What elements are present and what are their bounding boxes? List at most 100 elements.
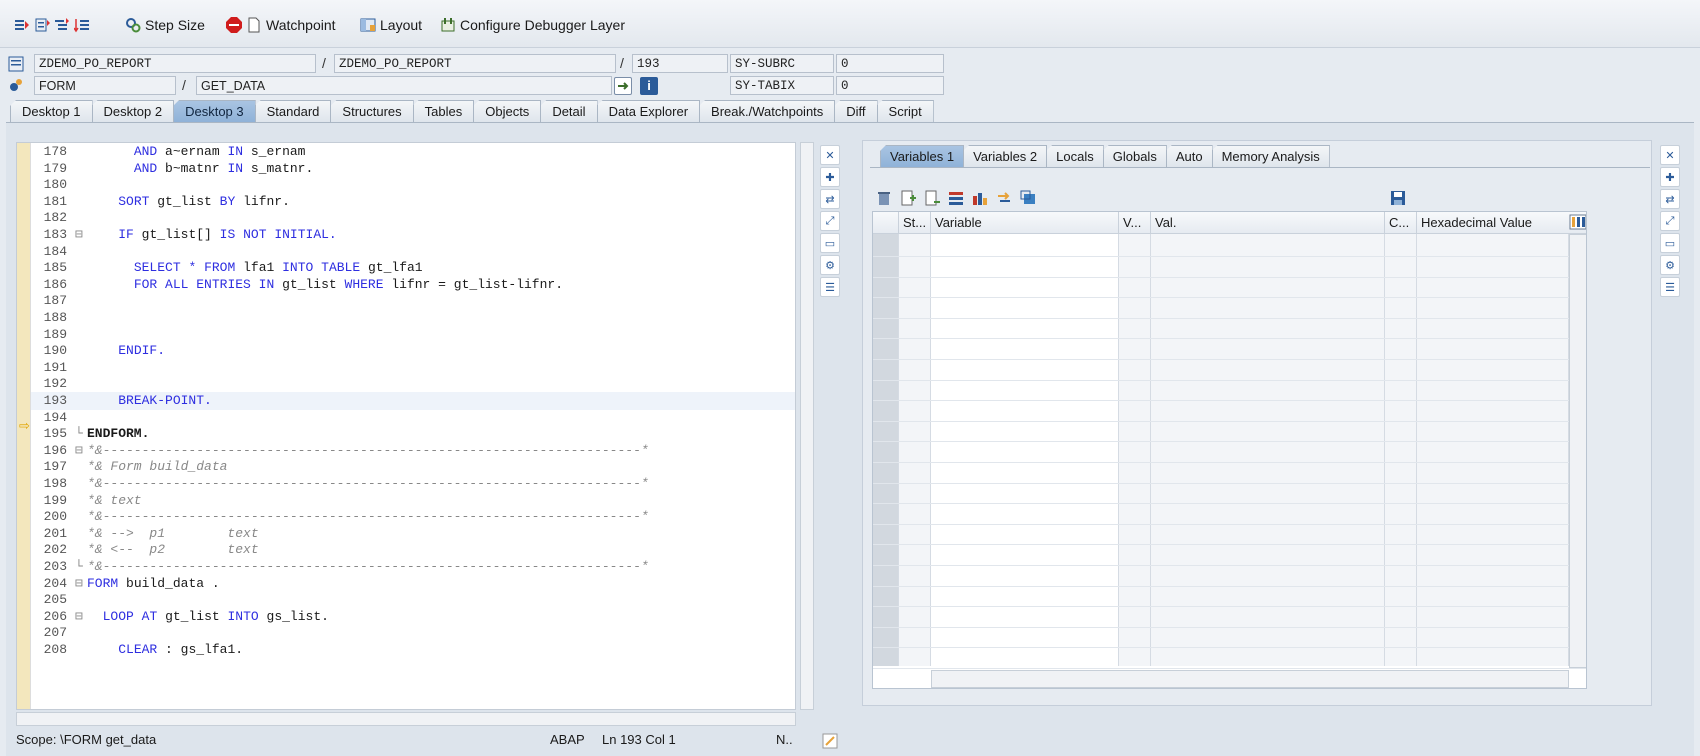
desktop-tab-structures[interactable]: Structures (330, 100, 414, 122)
variable-input-column[interactable] (931, 234, 1119, 666)
desktop-tab-desktop-3[interactable]: Desktop 3 (173, 100, 256, 122)
fold-marker[interactable]: └ (75, 558, 87, 576)
code-line[interactable]: 189 (31, 326, 795, 344)
new-tool-icon[interactable]: ✚ (820, 167, 840, 187)
code-line[interactable]: 195 └ ENDFORM. (31, 425, 795, 443)
code-line[interactable]: 198 *&-----------------------------------… (31, 475, 795, 493)
code-line[interactable]: 187 (31, 292, 795, 310)
save-icon[interactable] (1390, 190, 1406, 206)
navigate-icon[interactable] (614, 77, 632, 95)
column-header-status[interactable]: St... (899, 212, 931, 234)
code-line[interactable]: 199 *& text (31, 492, 795, 510)
column-header-v[interactable]: V... (1119, 212, 1151, 234)
desktop-tab-tables[interactable]: Tables (412, 100, 475, 122)
desktop-tab-desktop-2[interactable]: Desktop 2 (91, 100, 175, 122)
code-line[interactable]: 205 (31, 591, 795, 609)
step-into-icon[interactable] (14, 17, 30, 33)
variables-tab-memory-analysis[interactable]: Memory Analysis (1211, 145, 1330, 167)
code-line[interactable]: 179 AND b~matnr IN s_matnr. (31, 160, 795, 178)
code-line[interactable]: 207 (31, 624, 795, 642)
services-tool-icon[interactable]: ⚙ (820, 255, 840, 275)
layout-button[interactable]: Layout (360, 14, 422, 36)
fold-marker[interactable]: ⊟ (75, 442, 87, 460)
desktop-tab-standard[interactable]: Standard (254, 100, 332, 122)
settings-tool-icon[interactable]: ☰ (820, 277, 840, 297)
code-line[interactable]: 200 *&-----------------------------------… (31, 508, 795, 526)
code-line[interactable]: 178 AND a~ernam IN s_ernam (31, 143, 795, 161)
desktop-tab-diff[interactable]: Diff (834, 100, 878, 122)
column-header-c[interactable]: C... (1385, 212, 1417, 234)
column-header-value[interactable]: Val. (1151, 212, 1385, 234)
code-line[interactable]: 196 ⊟ *&----------------------------------… (31, 442, 795, 460)
sy-tabix-value[interactable]: 0 (836, 76, 944, 95)
code-line[interactable]: 188 (31, 309, 795, 327)
row-selector-column[interactable] (873, 234, 899, 666)
line-number-field[interactable]: 193 (632, 54, 728, 73)
settings-tool-icon[interactable]: ☰ (1660, 277, 1680, 297)
sy-subrc-value[interactable]: 0 (836, 54, 944, 73)
desktop-tab-desktop-1[interactable]: Desktop 1 (10, 100, 93, 122)
delete-icon[interactable] (876, 190, 892, 206)
code-line[interactable]: 184 (31, 243, 795, 261)
close-tool-icon[interactable]: ✕ (820, 145, 840, 165)
desktop-tab-break-watchpoints[interactable]: Break./Watchpoints (699, 100, 836, 122)
event-type-field[interactable]: FORM (34, 76, 176, 95)
append-row-icon[interactable] (924, 190, 940, 206)
include-program-field[interactable]: ZDEMO_PO_REPORT (334, 54, 616, 73)
desktop-tab-data-explorer[interactable]: Data Explorer (596, 100, 701, 122)
code-line[interactable]: 208 CLEAR : gs_lfa1. (31, 641, 795, 659)
swap-tool-icon[interactable]: ⇄ (1660, 189, 1680, 209)
code-vertical-scrollbar[interactable] (800, 142, 814, 710)
fold-marker[interactable]: ⊟ (75, 226, 87, 244)
code-line[interactable]: 204 ⊟ FORM build_data . (31, 575, 795, 593)
code-horizontal-scrollbar[interactable] (16, 712, 796, 726)
maximize-tool-icon[interactable]: ⤢ (820, 211, 840, 231)
step-icons[interactable] (14, 14, 90, 36)
close-tool-icon[interactable]: ✕ (1660, 145, 1680, 165)
code-line[interactable]: 194 (31, 409, 795, 427)
code-line[interactable]: 201 *& --> p1 text (31, 525, 795, 543)
fold-marker[interactable]: ⊟ (75, 608, 87, 626)
column-layout-icon[interactable] (1569, 212, 1586, 230)
code-line[interactable]: 182 (31, 209, 795, 227)
configure-debugger-layer-button[interactable]: Configure Debugger Layer (440, 14, 625, 36)
column-header-hex-value[interactable]: Hexadecimal Value (1417, 212, 1586, 234)
swap-tool-icon[interactable]: ⇄ (820, 189, 840, 209)
code-line[interactable]: 192 (31, 375, 795, 393)
copy-icon[interactable] (1020, 190, 1036, 206)
main-program-field[interactable]: ZDEMO_PO_REPORT (34, 54, 316, 73)
edit-mode-icon[interactable] (822, 733, 838, 749)
transfer-icon[interactable] (996, 190, 1012, 206)
code-line[interactable]: 181 SORT gt_list BY lifnr. (31, 193, 795, 211)
variables-tab-variables-2[interactable]: Variables 2 (963, 145, 1048, 167)
grid-vertical-scrollbar[interactable] (1569, 234, 1586, 668)
code-line[interactable]: 197 *& Form build_data (31, 458, 795, 476)
code-line[interactable]: 186 FOR ALL ENTRIES IN gt_list WHERE lif… (31, 276, 795, 294)
split-tool-icon[interactable]: ▭ (820, 233, 840, 253)
grid-horizontal-scrollbar[interactable] (931, 670, 1569, 688)
code-line[interactable]: 185 SELECT * FROM lfa1 INTO TABLE gt_lfa… (31, 259, 795, 277)
info-icon[interactable]: i (640, 77, 658, 95)
event-name-field[interactable]: GET_DATA (196, 76, 612, 95)
column-header-variable[interactable]: Variable (931, 212, 1119, 234)
variables-tab-locals[interactable]: Locals (1046, 145, 1104, 167)
maximize-tool-icon[interactable]: ⤢ (1660, 211, 1680, 231)
variables-tab-auto[interactable]: Auto (1165, 145, 1213, 167)
step-size-button[interactable]: Step Size (125, 14, 205, 36)
fold-marker[interactable]: └ (75, 425, 87, 443)
code-line[interactable]: 191 (31, 359, 795, 377)
variables-tab-globals[interactable]: Globals (1102, 145, 1167, 167)
code-line[interactable]: 206 ⊟ LOOP AT gt_list INTO gs_list. (31, 608, 795, 626)
new-tool-icon[interactable]: ✚ (1660, 167, 1680, 187)
continue-icon[interactable] (73, 17, 90, 33)
code-line[interactable]: 183 ⊟ IF gt_list[] IS NOT INITIAL. (31, 226, 795, 244)
code-line[interactable]: 193 BREAK-POINT. (31, 392, 795, 410)
split-tool-icon[interactable]: ▭ (1660, 233, 1680, 253)
variables-grid[interactable]: St... Variable V... Val. C... Hexadecima… (872, 211, 1587, 689)
step-return-icon[interactable] (54, 17, 70, 33)
services-tool-icon[interactable]: ⚙ (1660, 255, 1680, 275)
code-line[interactable]: 190 ENDIF. (31, 342, 795, 360)
desktop-tab-script[interactable]: Script (876, 100, 934, 122)
code-line[interactable]: 203 └ *&----------------------------------… (31, 558, 795, 576)
insert-row-icon[interactable] (900, 190, 916, 206)
